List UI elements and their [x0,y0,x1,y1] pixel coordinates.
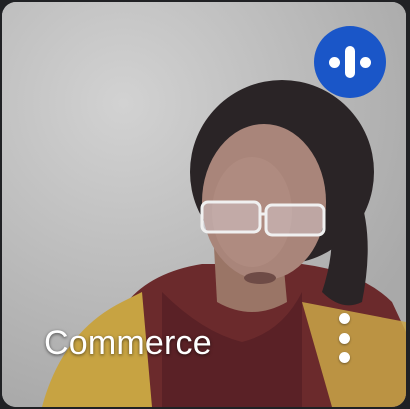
menu-dot [338,352,350,363]
audio-activity-icon [314,26,386,98]
menu-dot [338,332,350,344]
participant-name-label: Commerce [44,324,212,362]
audio-level-dot [360,57,371,68]
audio-level-dot [329,57,340,68]
menu-dot [338,313,350,324]
audio-level-bar [345,46,355,78]
more-vert-icon[interactable] [332,309,356,367]
participant-video-tile[interactable]: Commerce [2,2,406,407]
